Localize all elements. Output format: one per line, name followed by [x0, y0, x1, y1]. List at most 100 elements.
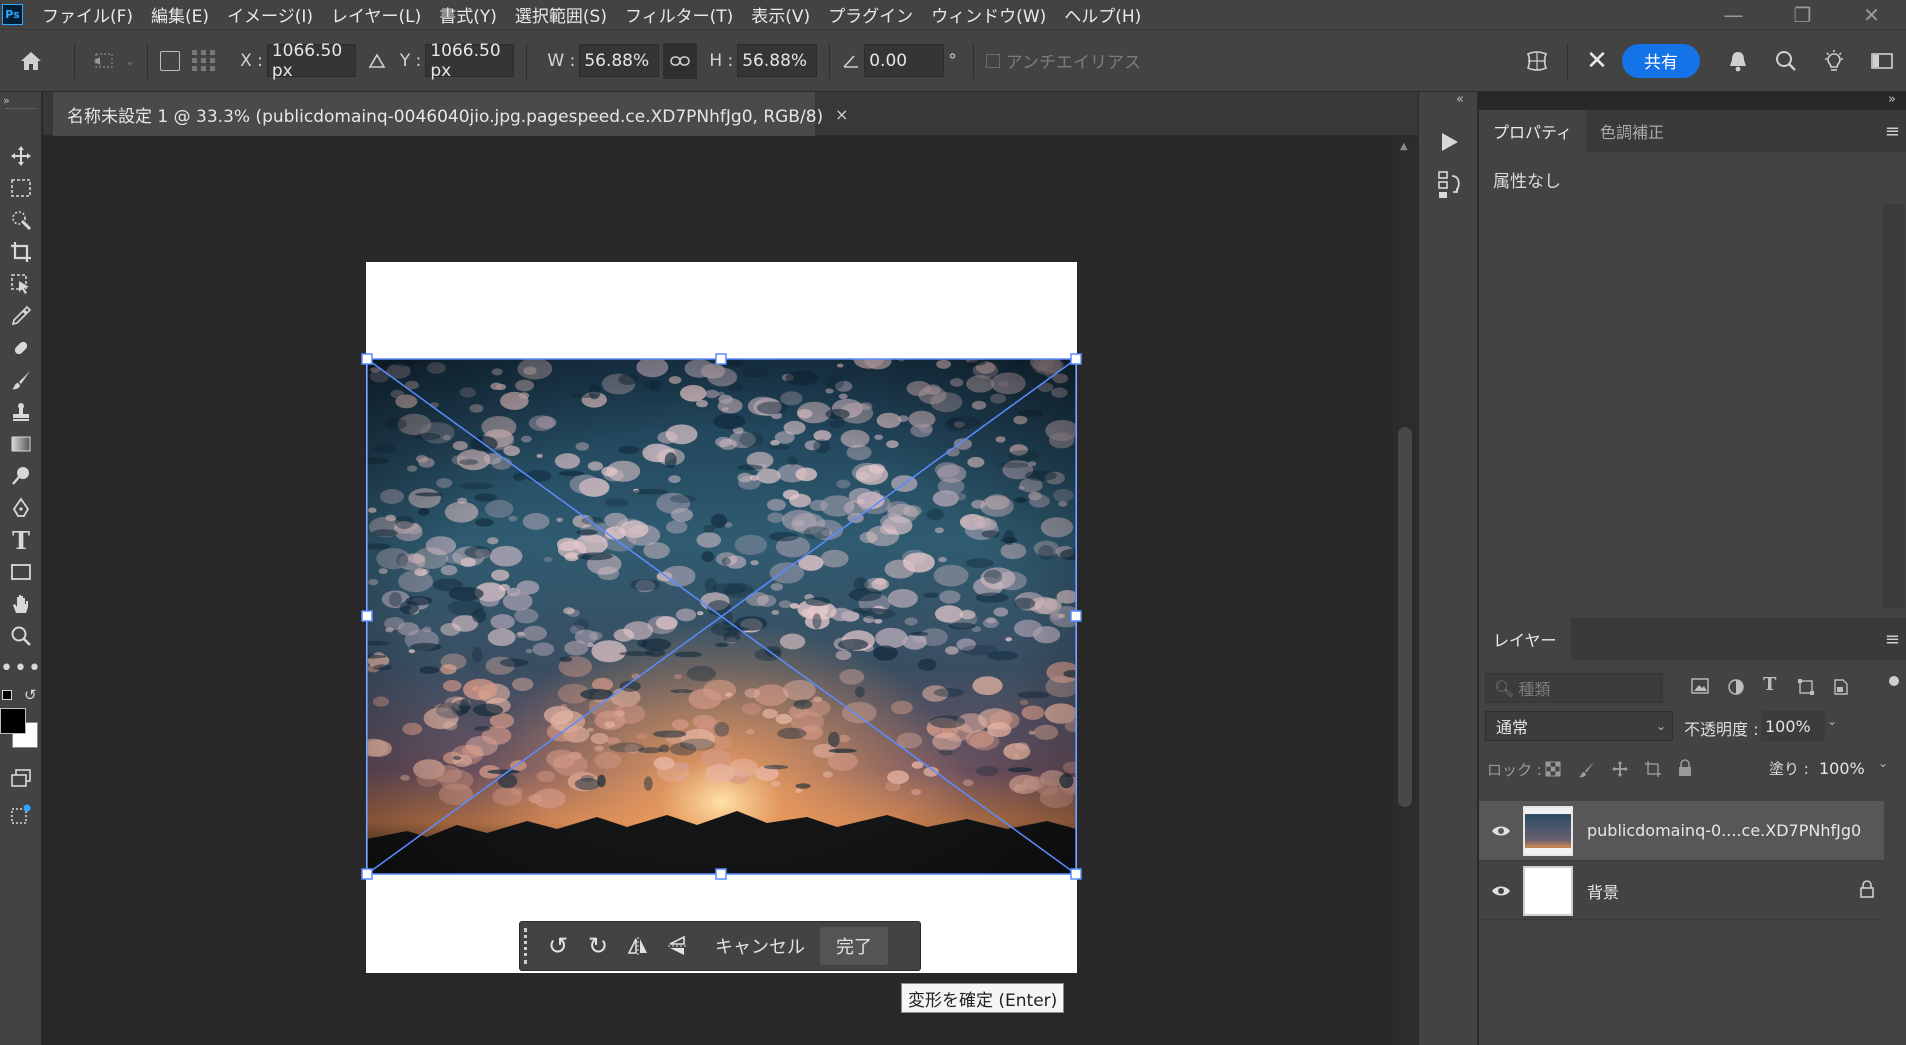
menu-layer[interactable]: レイヤー(L): [322, 2, 430, 27]
document-tab[interactable]: 名称未設定 1 @ 33.3% (publicdomainq-0046040ji…: [53, 92, 849, 136]
scroll-up-icon[interactable]: ▲: [1400, 141, 1408, 152]
screen-mode-icon[interactable]: [5, 762, 37, 794]
more-tools-icon[interactable]: •••: [0, 652, 41, 684]
menu-type[interactable]: 書式(Y): [430, 2, 506, 27]
rotate-left-icon[interactable]: ↺: [538, 927, 578, 965]
tab-adjustments[interactable]: 色調補正: [1586, 110, 1678, 152]
layer-name[interactable]: 背景: [1587, 879, 1619, 903]
vertical-scrollbar[interactable]: ▲: [1393, 137, 1418, 1045]
filter-pixel-icon[interactable]: [1691, 678, 1709, 698]
minimize-icon[interactable]: —: [1699, 0, 1768, 29]
quick-selection-tool-icon[interactable]: [5, 204, 37, 236]
crop-tool-icon[interactable]: [5, 236, 37, 268]
lock-all-icon[interactable]: [1678, 759, 1692, 781]
panel-collapse-right-icon[interactable]: »: [1888, 92, 1896, 107]
foreground-color-swatch[interactable]: [0, 708, 26, 734]
photoshop-logo[interactable]: Ps: [2, 4, 23, 25]
filter-type-icon[interactable]: T: [1763, 674, 1776, 695]
menu-image[interactable]: イメージ(I): [218, 2, 322, 27]
rectangle-tool-icon[interactable]: [5, 556, 37, 588]
taskbar-drag-handle[interactable]: [524, 928, 538, 964]
rotation-field[interactable]: 0.00: [864, 44, 945, 77]
properties-scrollbar[interactable]: [1883, 204, 1905, 608]
y-position-field[interactable]: 1066.50 px: [425, 41, 515, 81]
cancel-transform-icon[interactable]: ✕: [1580, 46, 1614, 76]
move-tool-icon[interactable]: [5, 140, 37, 172]
generative-fill-icon[interactable]: [5, 798, 37, 830]
pen-tool-icon[interactable]: [5, 492, 37, 524]
close-window-icon[interactable]: ✕: [1837, 0, 1906, 29]
search-icon[interactable]: [1762, 50, 1810, 72]
clone-stamp-tool-icon[interactable]: [5, 396, 37, 428]
object-selection-tool-icon[interactable]: [5, 268, 37, 300]
close-tab-icon[interactable]: ×: [835, 105, 848, 124]
play-action-icon[interactable]: [1437, 130, 1461, 158]
layer-row-photo[interactable]: publicdomainq-0....ce.XD7PNhfJg0: [1479, 801, 1884, 861]
default-colors-icon[interactable]: [2, 690, 12, 700]
layer-row-background[interactable]: 背景: [1479, 862, 1884, 920]
healing-brush-tool-icon[interactable]: [5, 332, 37, 364]
discover-lightbulb-icon[interactable]: [1810, 49, 1858, 73]
menu-window[interactable]: ウィンドウ(W): [922, 2, 1055, 27]
brush-tool-icon[interactable]: [5, 364, 37, 396]
layer-filter-search[interactable]: 🔍︎ 種類: [1485, 673, 1663, 703]
menu-file[interactable]: ファイル(F): [33, 2, 142, 27]
cancel-button[interactable]: キャンセル: [710, 927, 810, 965]
fill-dropdown-icon[interactable]: ⌄: [1878, 756, 1888, 770]
layers-panel-menu-icon[interactable]: ≡: [1885, 618, 1900, 660]
x-position-field[interactable]: 1066.50 px: [266, 41, 356, 81]
swap-colors-icon[interactable]: ↺: [24, 686, 37, 704]
visibility-eye-icon[interactable]: [1479, 884, 1523, 898]
link-icon[interactable]: [663, 42, 698, 79]
relative-position-icon[interactable]: [362, 52, 392, 69]
collapse-chevron-icon[interactable]: »: [3, 94, 10, 107]
lock-artboard-icon[interactable]: [1644, 760, 1662, 782]
layer-name[interactable]: publicdomainq-0....ce.XD7PNhfJg0: [1587, 821, 1861, 840]
antialias-checkbox[interactable]: [985, 53, 1000, 68]
lock-position-icon[interactable]: [1611, 760, 1629, 782]
menu-help[interactable]: ヘルプ(H): [1055, 2, 1150, 27]
workspace-icon[interactable]: [1858, 51, 1906, 71]
height-field[interactable]: 56.88%: [737, 44, 818, 77]
share-button[interactable]: 共有: [1622, 43, 1700, 78]
restore-icon[interactable]: ❐: [1768, 0, 1837, 29]
menu-edit[interactable]: 編集(E): [142, 2, 218, 27]
tab-properties[interactable]: プロパティ: [1479, 110, 1587, 152]
sky-photo-layer[interactable]: [367, 359, 1076, 874]
reference-point-checkbox[interactable]: [160, 50, 181, 71]
type-tool-icon[interactable]: T: [5, 524, 37, 556]
opacity-field[interactable]: 100%: [1761, 711, 1825, 741]
history-icon[interactable]: [1437, 170, 1463, 204]
eyedropper-tool-icon[interactable]: [5, 300, 37, 332]
lock-icon[interactable]: [1860, 879, 1874, 902]
flip-horizontal-icon[interactable]: [618, 927, 658, 965]
lock-image-pixels-icon[interactable]: [1578, 760, 1596, 782]
filter-toggle-icon[interactable]: [1889, 676, 1899, 686]
dodge-tool-icon[interactable]: [5, 460, 37, 492]
filter-shape-icon[interactable]: [1797, 678, 1815, 700]
opacity-dropdown-icon[interactable]: ⌄: [1827, 714, 1837, 728]
warp-mode-icon[interactable]: [1519, 50, 1555, 72]
scrollbar-thumb[interactable]: [1398, 427, 1412, 807]
gradient-tool-icon[interactable]: [5, 428, 37, 460]
rotate-right-icon[interactable]: ↻: [578, 927, 618, 965]
transform-reference-icon[interactable]: [87, 51, 123, 71]
filter-smart-object-icon[interactable]: [1831, 678, 1849, 700]
menu-view[interactable]: 表示(V): [742, 2, 819, 27]
marquee-tool-icon[interactable]: [5, 172, 37, 204]
fill-field[interactable]: 100%: [1815, 753, 1871, 783]
bell-icon[interactable]: [1714, 50, 1762, 72]
tab-layers[interactable]: レイヤー: [1479, 618, 1571, 660]
width-field[interactable]: 56.88%: [579, 44, 660, 77]
home-icon[interactable]: [0, 50, 62, 72]
menu-filter[interactable]: フィルター(T): [616, 2, 742, 27]
menu-plugins[interactable]: プラグイン: [819, 2, 922, 27]
zoom-tool-icon[interactable]: [5, 620, 37, 652]
done-button[interactable]: 完了: [820, 927, 888, 965]
toolbar-grip[interactable]: [6, 108, 36, 110]
filter-adjustment-icon[interactable]: [1727, 678, 1745, 700]
panel-collapse-left-icon[interactable]: «: [1456, 92, 1464, 107]
visibility-eye-icon[interactable]: [1479, 824, 1523, 838]
reference-point-grid-icon[interactable]: [180, 48, 228, 74]
flip-vertical-icon[interactable]: [658, 927, 698, 965]
